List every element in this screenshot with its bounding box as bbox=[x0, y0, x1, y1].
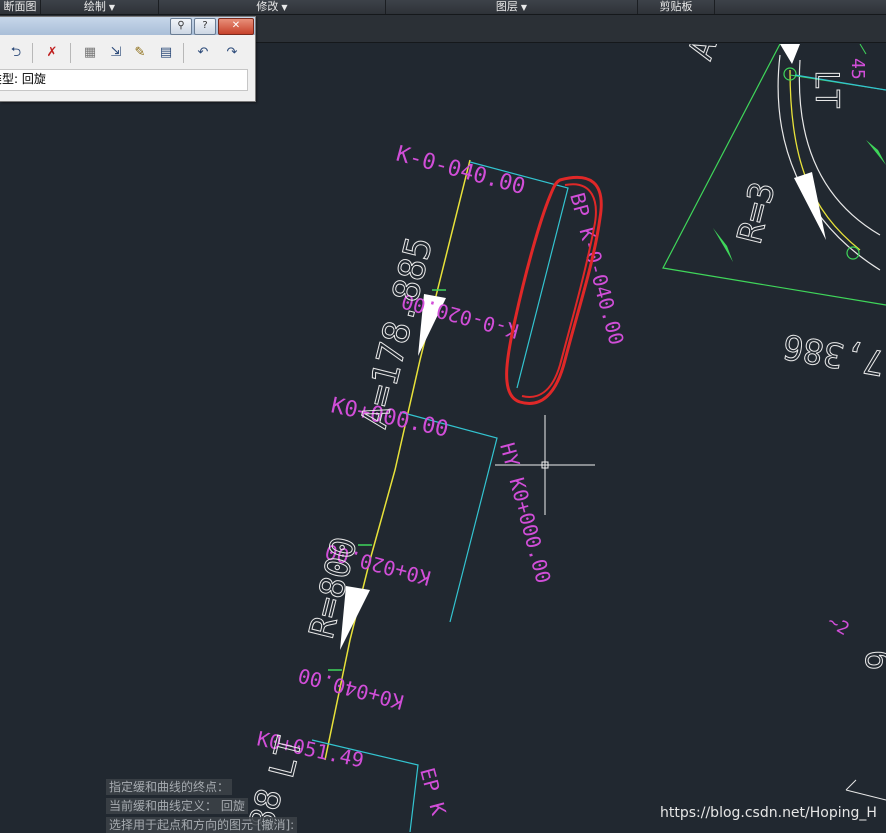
tab-clipboard[interactable]: 剪贴板 bbox=[638, 0, 715, 14]
green-arrow bbox=[713, 228, 733, 262]
command-history-line: 当前缓和曲线定义： 回旋 bbox=[106, 798, 248, 814]
green-node bbox=[846, 246, 860, 260]
curve-param-label: A bbox=[681, 44, 726, 65]
delete-entity-icon[interactable]: ✗ bbox=[42, 44, 62, 62]
grid-view-icon[interactable]: ▤ bbox=[156, 44, 176, 62]
drawing-canvas[interactable]: K-0-040.00 BP K-0-040.00 K-0-020.00 K0+0… bbox=[0, 44, 886, 832]
direction-arrow bbox=[794, 172, 826, 240]
green-tick bbox=[859, 44, 867, 55]
cyan-station-line bbox=[399, 411, 498, 623]
station-label: K-0-040.00 bbox=[393, 142, 527, 200]
tab-modify[interactable]: 修改 ▼ bbox=[159, 0, 386, 14]
curve-param-label: 6 bbox=[857, 650, 886, 670]
clothoid-tool-panel: ⚲ ? ✕ ⮌ ✗ ▦ ⇲ ✎ ▤ ↶ ↷ 类型: 回旋 bbox=[0, 16, 256, 102]
close-button[interactable]: ✕ bbox=[218, 18, 254, 35]
edit-icon[interactable]: ✎ bbox=[130, 44, 150, 62]
green-boundary bbox=[662, 44, 886, 306]
station-label: K0+040.00 bbox=[295, 663, 406, 714]
station-label: 45 bbox=[847, 58, 868, 80]
command-history-line: 指定缓和曲线的终点： bbox=[106, 779, 233, 795]
green-arrow bbox=[866, 140, 886, 165]
undo-icon[interactable]: ↶ bbox=[193, 44, 213, 62]
direction-arrow bbox=[780, 44, 800, 64]
curve-param-label: 7,386 bbox=[780, 325, 886, 382]
chevron-down-icon: ▼ bbox=[520, 3, 528, 12]
curve-type-field: 类型: 回旋 bbox=[0, 69, 248, 91]
chevron-down-icon: ▼ bbox=[108, 3, 116, 12]
station-label: ~2 bbox=[824, 611, 853, 640]
tab-section-view[interactable]: 断面图 bbox=[0, 0, 41, 14]
help-button[interactable]: ? bbox=[194, 18, 216, 35]
sub-entity-icon[interactable]: ▦ bbox=[80, 44, 100, 62]
command-prompt-line: 选择用于起点和方向的图元 [撤消]: bbox=[106, 817, 298, 833]
curve-param-label: LT bbox=[808, 70, 846, 109]
tab-layers[interactable]: 图层 ▼ bbox=[386, 0, 638, 14]
redo-icon[interactable]: ↷ bbox=[222, 44, 242, 62]
watermark-text: https://blog.csdn.net/Hoping_H bbox=[660, 805, 877, 821]
station-label: EP K bbox=[415, 765, 451, 818]
select-entity-icon[interactable]: ⇲ bbox=[106, 44, 126, 62]
chevron-down-icon: ▼ bbox=[281, 3, 288, 12]
pin-button[interactable]: ⚲ bbox=[170, 18, 192, 35]
ribbon-bar: 断面图 绘制 ▼ 修改 ▼ 图层 ▼ 剪贴板 bbox=[0, 0, 886, 15]
tab-draw[interactable]: 绘制 ▼ bbox=[41, 0, 159, 14]
swap-direction-icon[interactable]: ⮌ bbox=[6, 44, 26, 62]
curve-param-label: R=3 bbox=[730, 178, 784, 247]
panel-title-bar[interactable] bbox=[0, 17, 255, 35]
